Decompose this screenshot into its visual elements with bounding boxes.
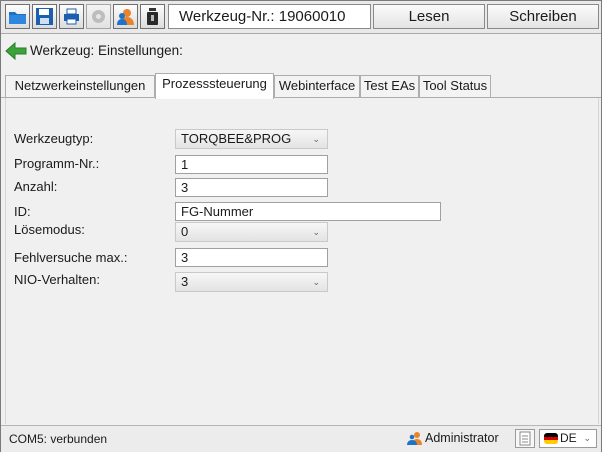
tool-number-display: Werkzeug-Nr.: 19060010 bbox=[168, 4, 371, 29]
loesemodus-value: 0 bbox=[181, 224, 189, 239]
language-value: DE bbox=[560, 431, 577, 445]
tab-tool-status[interactable]: Tool Status bbox=[419, 75, 491, 97]
werkzeugtyp-select[interactable]: TORQBEE&PROG ⌄ bbox=[175, 129, 328, 149]
open-folder-icon[interactable] bbox=[5, 4, 30, 29]
printer-icon[interactable] bbox=[59, 4, 84, 29]
chevron-down-icon: ⌄ bbox=[312, 134, 320, 144]
nio-verhalten-label: NIO-Verhalten: bbox=[14, 272, 100, 287]
tab-netzwerkeinstellungen[interactable]: Netzwerkeinstellungen bbox=[5, 75, 155, 97]
language-select[interactable]: DE ⌄ bbox=[539, 429, 597, 448]
tab-test-eas[interactable]: Test EAs bbox=[360, 75, 419, 97]
german-flag-icon bbox=[544, 433, 558, 444]
programm-nr-input[interactable]: 1 bbox=[175, 155, 328, 174]
tab-webinterface[interactable]: Webinterface bbox=[274, 75, 360, 97]
anzahl-label: Anzahl: bbox=[14, 179, 58, 194]
app-window: Werkzeug-Nr.: 19060010 Lesen Schreiben W… bbox=[0, 0, 602, 452]
user-name: Administrator bbox=[425, 431, 499, 445]
chevron-down-icon: ⌄ bbox=[312, 227, 320, 237]
werkzeugtyp-label: Werkzeugtyp: bbox=[14, 131, 94, 146]
werkzeugtyp-value: TORQBEE&PROG bbox=[181, 131, 292, 146]
write-button[interactable]: Schreiben bbox=[487, 4, 599, 29]
loesemodus-select[interactable]: 0 ⌄ bbox=[175, 222, 328, 242]
nio-verhalten-value: 3 bbox=[181, 274, 189, 289]
fehlversuche-input[interactable]: 3 bbox=[175, 248, 328, 267]
page-title: Werkzeug: Einstellungen: bbox=[30, 43, 183, 58]
anzahl-input[interactable]: 3 bbox=[175, 178, 328, 197]
settings-gear-icon[interactable] bbox=[86, 4, 111, 29]
fehlversuche-label: Fehlversuche max.: bbox=[14, 250, 128, 265]
user-icon bbox=[407, 432, 422, 445]
toolbar: Werkzeug-Nr.: 19060010 Lesen Schreiben bbox=[1, 1, 601, 34]
id-input[interactable]: FG-Nummer bbox=[175, 202, 441, 221]
id-label: ID: bbox=[14, 204, 31, 219]
programm-nr-label: Programm-Nr.: bbox=[14, 156, 100, 171]
connection-status: COM5: verbunden bbox=[9, 432, 108, 446]
chevron-down-icon: ⌄ bbox=[583, 433, 591, 443]
settings-panel: Werkzeugtyp: TORQBEE&PROG ⌄ Programm-Nr.… bbox=[5, 98, 599, 424]
header: Werkzeug: Einstellungen: bbox=[1, 34, 601, 70]
read-button[interactable]: Lesen bbox=[373, 4, 485, 29]
tool-icon[interactable] bbox=[140, 4, 165, 29]
status-bar: COM5: verbunden Administrator DE ⌄ bbox=[1, 425, 601, 452]
user-icon[interactable] bbox=[113, 4, 138, 29]
save-icon[interactable] bbox=[32, 4, 57, 29]
back-arrow-icon[interactable] bbox=[5, 41, 27, 64]
document-icon[interactable] bbox=[515, 429, 535, 448]
tab-prozesssteuerung[interactable]: Prozesssteuerung bbox=[155, 73, 274, 99]
loesemodus-label: Lösemodus: bbox=[14, 222, 85, 237]
tab-bar: Netzwerkeinstellungen Prozesssteuerung W… bbox=[1, 73, 601, 99]
chevron-down-icon: ⌄ bbox=[312, 277, 320, 287]
nio-verhalten-select[interactable]: 3 ⌄ bbox=[175, 272, 328, 292]
current-user: Administrator bbox=[407, 431, 499, 445]
